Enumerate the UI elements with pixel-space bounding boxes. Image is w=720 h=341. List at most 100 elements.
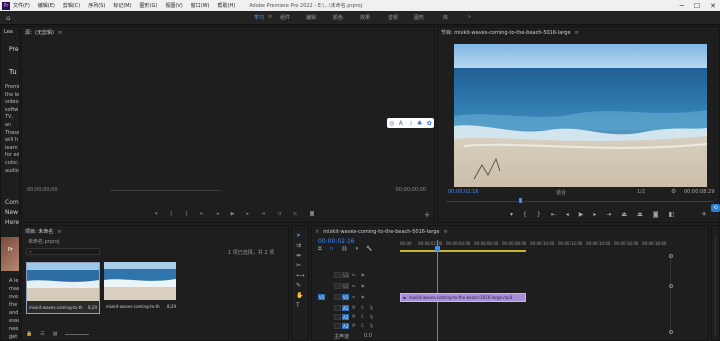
eye-icon[interactable]: ◉ [361,272,365,277]
lift-icon[interactable]: ⏏ [621,211,627,218]
track-label-v2[interactable]: V2 [342,283,349,289]
workspace-more-icon[interactable]: » [468,14,471,20]
menu-sequence[interactable]: 序列(S) [88,2,105,9]
mark-in-icon[interactable]: { [170,211,173,217]
program-scrubber[interactable] [446,201,714,202]
fit-dropdown[interactable]: 适合 [556,189,566,196]
export-frame-icon[interactable]: ◙ [653,211,659,218]
track-label-a3[interactable]: A3 [342,323,349,329]
voiceover-icon[interactable]: 🎙 [369,305,374,310]
mute-icon[interactable]: M [352,323,355,328]
lock-icon[interactable]: 🔒 [26,331,32,338]
icon-view-icon[interactable]: ▦ [53,331,58,338]
go-to-out-icon[interactable]: ⇥ [261,211,265,217]
export-frame-icon[interactable]: ◙ [310,211,315,217]
solo-icon[interactable]: S [361,314,364,319]
workspace-tab-effects[interactable]: 效果 [360,14,370,21]
insert-nest-icon[interactable]: ⧉ [318,246,322,252]
maximize-icon[interactable]: ☐ [694,2,700,10]
home-icon[interactable]: ⌂ [6,14,10,22]
menu-file[interactable]: 文件(F) [13,2,30,9]
workspace-tab-libraries[interactable]: 库 [443,14,448,21]
workspace-tab-learn[interactable]: 学习 [254,14,264,21]
learn-panel-header[interactable]: Lea [1,27,19,36]
mark-in-icon[interactable]: { [523,211,527,218]
select-icon[interactable]: ◎ [389,120,394,127]
program-panel-title[interactable]: 节目: mixkit-waves-coming-to-the-beach-501… [441,29,571,36]
program-timecode-left[interactable]: 00:00:02:16 [448,189,479,195]
mark-out-icon[interactable]: } [185,211,188,217]
timeline-scroll-handle-top[interactable] [669,254,673,258]
voiceover-icon[interactable]: 🎙 [369,323,374,328]
project-clip-item[interactable]: mixkit-waves-coming-to-the... 8;29 [104,262,178,314]
add-marker-icon[interactable]: ▾ [155,211,158,217]
timeline-settings-icon[interactable]: 🔧 [366,246,372,252]
timeline-timecode[interactable]: 00:00:02:16 [318,238,355,245]
voiceover-icon[interactable]: 🎙 [369,314,374,319]
learn-tab[interactable]: Lea [4,29,13,35]
workspace-tab-assembly[interactable]: 组件 [280,14,290,21]
toggle-sync-icon[interactable]: ⇋ [352,272,355,277]
quality-dropdown[interactable]: 1/2 [637,189,645,195]
workspace-tab-graphics[interactable]: 图形 [414,14,424,21]
source-scrubber[interactable] [110,190,220,191]
snap-icon[interactable]: ∩ [330,246,334,252]
type-tool-icon[interactable]: T [296,302,305,309]
workspace-menu-icon[interactable]: ≡ [268,14,272,20]
extract-icon[interactable]: ⏏ [637,211,643,218]
close-tab-icon[interactable]: × [315,229,319,235]
panel-menu-icon[interactable]: ≡ [57,229,61,235]
track-target-a3[interactable] [334,323,341,329]
menu-clip[interactable]: 剪辑(C) [63,2,80,9]
menu-view[interactable]: 视图(V) [165,2,182,9]
go-to-in-icon[interactable]: ⇤ [200,211,204,217]
minimize-icon[interactable]: ─ [680,2,684,10]
play-icon[interactable]: ▶ [231,211,235,217]
zoom-slider[interactable] [65,331,90,335]
playhead-handle[interactable] [435,246,441,251]
work-area-bar[interactable] [400,250,527,252]
track-target-a1[interactable] [334,305,341,311]
track-label-a1[interactable]: A1 [342,305,349,311]
track-label-v1[interactable]: V1 [342,294,349,300]
insert-icon[interactable]: ⊐ [277,211,281,217]
pen-tool-icon[interactable]: ✎ [296,282,305,289]
workspace-tab-color[interactable]: 颜色 [333,14,343,21]
track-label-v3[interactable]: V3 [342,272,349,278]
add-marker-icon[interactable]: ▾ [510,211,513,218]
go-to-out-icon[interactable]: ⇥ [606,211,611,218]
panel-menu-icon[interactable]: ≡ [58,30,62,36]
track-target-v3[interactable] [334,272,341,278]
program-panel-header[interactable]: 节目: mixkit-waves-coming-to-the-beach-501… [438,28,719,37]
eye-icon[interactable]: ◉ [361,283,365,288]
project-clip-item[interactable]: mixkit-waves-coming-to-the... 8;29 [26,262,100,314]
learn-thumbnail[interactable]: Pr [1,237,19,271]
project-panel-title[interactable]: 项目: 未命名 [25,228,53,235]
source-panel-title[interactable]: 源：(无剪辑) [25,29,54,36]
text-icon[interactable]: A [399,120,403,127]
step-back-icon[interactable]: ◂ [566,211,569,218]
solo-icon[interactable]: S [361,305,364,310]
solo-icon[interactable]: S [361,323,364,328]
list-view-icon[interactable]: ☰ [40,331,44,338]
timeline-scroll-handle-mid[interactable] [669,284,673,288]
timeline-panel-header[interactable]: × mixkit-waves-coming-to-the-beach-5016-… [312,227,708,236]
shapes-icon[interactable]: ♣ [417,120,422,127]
source-add-icon[interactable]: + [424,211,430,219]
panel-menu-icon[interactable]: ≡ [443,229,447,235]
workspace-tab-editing[interactable]: 编辑 [306,14,316,21]
track-target-a2[interactable] [334,314,341,320]
source-timecode-left[interactable]: 00;00;00;00 [27,187,58,193]
timeline-clip-v1[interactable]: ▪ mixkit-waves-coming-to-the-beach-5016-… [400,293,527,302]
mute-icon[interactable]: M [352,314,355,319]
close-icon[interactable]: ✕ [710,2,716,10]
toggle-sync-icon[interactable]: ⇋ [352,294,355,299]
workspace-tab-audio[interactable]: 音频 [388,14,398,21]
menu-edit[interactable]: 编辑(E) [38,2,55,9]
track-select-tool-icon[interactable]: ⇉ [296,242,305,249]
master-track-value[interactable]: 0.0 [364,333,372,339]
ripple-edit-tool-icon[interactable]: ⇹ [296,252,305,259]
step-forward-icon[interactable]: ▸ [246,211,249,217]
mute-icon[interactable]: M [352,305,355,310]
menu-marker[interactable]: 标记(M) [113,2,131,9]
